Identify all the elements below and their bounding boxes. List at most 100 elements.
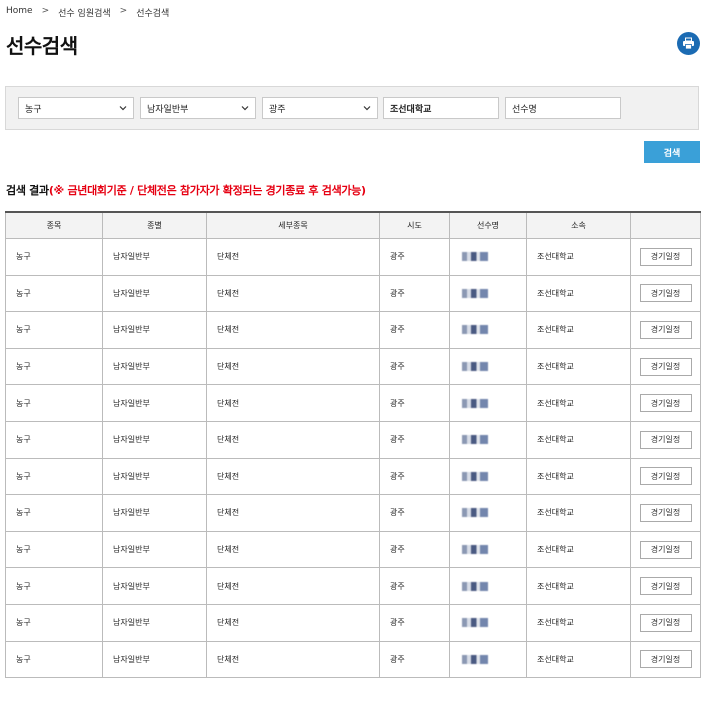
cell-event: 단체전 [206,530,380,569]
cell-sport: 농구 [5,420,103,459]
cell-event: 단체전 [206,420,380,459]
player-name-redacted [462,581,488,591]
player-name-redacted [462,325,488,335]
breadcrumb-home[interactable]: Home [6,6,33,19]
cell-division: 남자일반부 [102,530,207,569]
player-name-redacted [462,288,488,298]
player-name-redacted [462,471,488,481]
cell-action: 경기일정 [630,494,701,532]
sport-select[interactable]: 농구 [18,97,134,119]
cell-region: 광주 [379,603,450,642]
cell-affiliation: 조선대학교 [526,457,631,496]
schedule-button[interactable]: 경기일정 [639,284,692,303]
chevron-down-icon [363,106,371,111]
cell-player-name [449,311,527,349]
cell-region: 광주 [379,311,450,349]
schedule-button[interactable]: 경기일정 [639,503,692,522]
sport-select-value: 농구 [25,104,42,115]
table-row: 농구 남자일반부 단체전 광주 조선대학교 경기일정 [5,238,701,276]
header-action [630,211,701,239]
schedule-button[interactable]: 경기일정 [639,430,692,449]
header-sport: 종목 [5,211,103,239]
cell-region: 광주 [379,347,450,386]
schedule-button[interactable]: 경기일정 [639,650,692,669]
region-select[interactable]: 광주 [262,97,378,119]
cell-division: 남자일반부 [102,274,207,313]
region-select-value: 광주 [269,104,286,115]
header-division: 종별 [102,211,207,239]
table-row: 농구 남자일반부 단체전 광주 조선대학교 경기일정 [5,494,701,532]
breadcrumb-level1[interactable]: 선수 임원검색 [58,6,111,19]
cell-region: 광주 [379,457,450,496]
schedule-button[interactable]: 경기일정 [639,320,692,339]
cell-region: 광주 [379,420,450,459]
table-row: 농구 남자일반부 단체전 광주 조선대학교 경기일정 [5,603,701,642]
header-player-name: 선수명 [449,211,527,239]
search-button[interactable]: 검색 [644,141,700,163]
cell-action: 경기일정 [630,384,701,422]
breadcrumb-separator: > [41,6,50,16]
cell-player-name [449,347,527,386]
schedule-button[interactable]: 경기일정 [639,577,692,596]
cell-affiliation: 조선대학교 [526,274,631,313]
player-name-redacted [462,398,488,408]
cell-player-name [449,238,527,276]
cell-event: 단체전 [206,347,380,386]
player-name-input[interactable]: 선수명 [505,97,621,119]
breadcrumb-level2[interactable]: 선수검색 [136,6,169,19]
chevron-down-icon [241,106,249,111]
cell-event: 단체전 [206,384,380,422]
result-title: 검색 결과(※ 금년대회기준 / 단체전은 참가자가 확정되는 경기종료 후 검… [6,182,366,198]
cell-region: 광주 [379,274,450,313]
table-row: 농구 남자일반부 단체전 광주 조선대학교 경기일정 [5,457,701,496]
cell-division: 남자일반부 [102,457,207,496]
cell-action: 경기일정 [630,238,701,276]
cell-sport: 농구 [5,530,103,569]
breadcrumb: Home > 선수 임원검색 > 선수검색 [6,6,169,19]
page-title: 선수검색 [6,34,78,58]
cell-division: 남자일반부 [102,494,207,532]
cell-event: 단체전 [206,640,380,679]
cell-event: 단체전 [206,567,380,605]
table-row: 농구 남자일반부 단체전 광주 조선대학교 경기일정 [5,384,701,422]
cell-action: 경기일정 [630,420,701,459]
print-icon [683,37,694,50]
cell-player-name [449,457,527,496]
cell-affiliation: 조선대학교 [526,420,631,459]
print-button[interactable] [677,32,700,55]
schedule-button[interactable]: 경기일정 [639,467,692,486]
breadcrumb-separator: > [119,6,128,16]
division-select[interactable]: 남자일반부 [140,97,256,119]
cell-affiliation: 조선대학교 [526,494,631,532]
affiliation-input[interactable]: 조선대학교 [383,97,499,119]
schedule-button[interactable]: 경기일정 [639,394,692,413]
cell-action: 경기일정 [630,274,701,313]
result-note: (※ 금년대회기준 / 단체전은 참가자가 확정되는 경기종료 후 검색가능) [48,184,366,197]
cell-player-name [449,384,527,422]
cell-event: 단체전 [206,238,380,276]
player-name-redacted [462,362,488,372]
cell-action: 경기일정 [630,530,701,569]
header-affiliation: 소속 [526,211,631,239]
schedule-button[interactable]: 경기일정 [639,613,692,632]
cell-event: 단체전 [206,274,380,313]
table-row: 농구 남자일반부 단체전 광주 조선대학교 경기일정 [5,640,701,679]
table-row: 농구 남자일반부 단체전 광주 조선대학교 경기일정 [5,567,701,605]
table-row: 농구 남자일반부 단체전 광주 조선대학교 경기일정 [5,420,701,459]
table-row: 농구 남자일반부 단체전 광주 조선대학교 경기일정 [5,530,701,569]
player-name-redacted [462,252,488,262]
cell-sport: 농구 [5,457,103,496]
schedule-button[interactable]: 경기일정 [639,247,692,266]
cell-affiliation: 조선대학교 [526,384,631,422]
cell-player-name [449,603,527,642]
cell-division: 남자일반부 [102,567,207,605]
cell-affiliation: 조선대학교 [526,238,631,276]
schedule-button[interactable]: 경기일정 [639,357,692,376]
cell-player-name [449,274,527,313]
table-row: 농구 남자일반부 단체전 광주 조선대학교 경기일정 [5,274,701,313]
cell-action: 경기일정 [630,457,701,496]
cell-affiliation: 조선대학교 [526,603,631,642]
table-row: 농구 남자일반부 단체전 광주 조선대학교 경기일정 [5,311,701,349]
table-row: 농구 남자일반부 단체전 광주 조선대학교 경기일정 [5,347,701,386]
schedule-button[interactable]: 경기일정 [639,540,692,559]
